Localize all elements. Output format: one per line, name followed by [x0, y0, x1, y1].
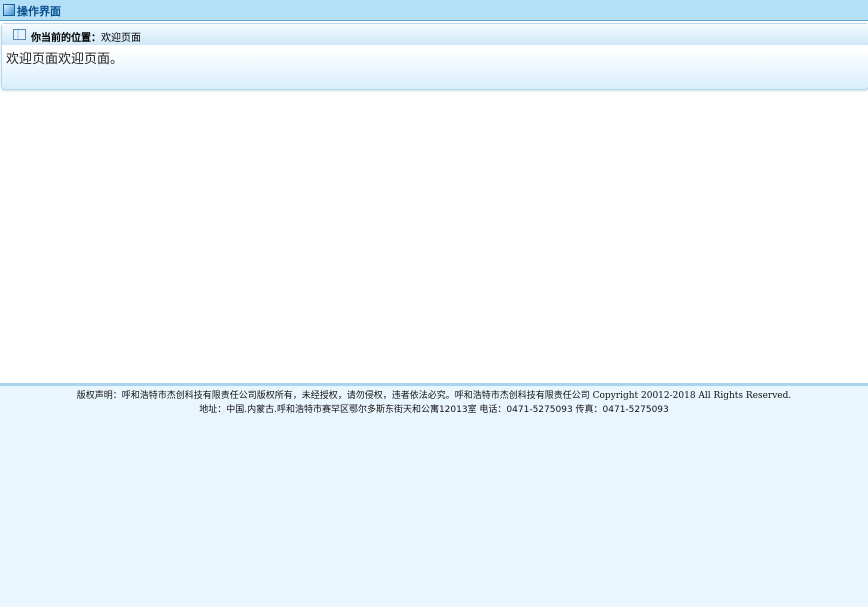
copyright-en: Copyright 20012-2018 All Rights Reserved…: [592, 391, 792, 401]
footer: 版权声明：呼和浩特市杰创科技有限责任公司版权所有，未经授权，请勿侵权，违者依法必…: [0, 383, 868, 607]
copyright-cn: 版权声明：呼和浩特市杰创科技有限责任公司版权所有，未经授权，请勿侵权，违者依法必…: [76, 391, 590, 401]
window-icon: [3, 4, 15, 16]
breadcrumb-label: 你当前的位置：欢迎页面: [31, 29, 141, 44]
page-title: 操作界面: [17, 5, 61, 18]
breadcrumb-current: 欢迎页面: [101, 33, 141, 44]
welcome-text: 欢迎页面欢迎页面。: [6, 52, 124, 67]
content-panel: 你当前的位置：欢迎页面 欢迎页面欢迎页面。: [1, 23, 868, 90]
top-bar: 操作界面: [0, 0, 868, 21]
address-line: 地址：中国.内蒙古.呼和浩特市赛罕区鄂尔多斯东街天和公寓12013室 电话：04…: [199, 405, 669, 415]
table-icon: [13, 29, 26, 40]
breadcrumb: 你当前的位置：欢迎页面: [2, 24, 868, 45]
copyright-line: 版权声明：呼和浩特市杰创科技有限责任公司版权所有，未经授权，请勿侵权，违者依法必…: [0, 389, 868, 403]
breadcrumb-prefix: 你当前的位置：: [31, 33, 101, 44]
